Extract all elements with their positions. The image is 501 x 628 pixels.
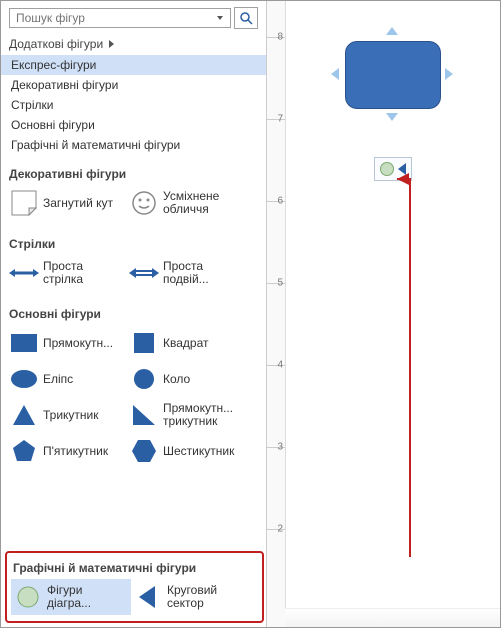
shape-grid: Проста стрілка Проста подвій... — [7, 255, 260, 291]
search-icon — [239, 11, 253, 25]
category-label: Графічні й математичні фігури — [11, 138, 180, 152]
more-shapes-menu[interactable]: Додаткові фігури — [9, 37, 258, 51]
category-math[interactable]: Графічні й математичні фігури — [1, 135, 266, 155]
category-decorative[interactable]: Декоративні фігури — [1, 75, 266, 95]
category-label: Експрес-фігури — [11, 58, 96, 72]
ruler-tick: 2 — [277, 524, 283, 535]
vertical-ruler: 8 7 6 5 4 3 2 — [267, 1, 286, 627]
pentagon-icon — [9, 437, 39, 465]
quick-shapes-popup[interactable] — [374, 157, 412, 181]
canvas-bottom-edge — [285, 608, 500, 627]
category-label: Основні фігури — [11, 118, 95, 132]
shape-label: Круговий сектор — [167, 584, 249, 610]
ruler-tick: 6 — [277, 196, 283, 207]
ellipse-icon — [9, 365, 39, 393]
shape-diagram-shapes[interactable]: Фігури діагра... — [11, 579, 131, 615]
search-button[interactable] — [234, 7, 258, 29]
shape-triangle[interactable]: Трикутник — [7, 397, 127, 433]
square-icon — [129, 329, 159, 357]
category-list: Експрес-фігури Декоративні фігури Стрілк… — [1, 55, 266, 155]
category-arrows[interactable]: Стрілки — [1, 95, 266, 115]
shape-circle[interactable]: Коло — [127, 361, 247, 397]
shape-ellipse[interactable]: Еліпс — [7, 361, 127, 397]
app-window: Додаткові фігури Експрес-фігури Декорати… — [0, 0, 501, 628]
mini-circle-icon[interactable] — [380, 162, 394, 176]
canvas-shape-rounded-rect[interactable] — [345, 41, 439, 107]
ruler-tick: 8 — [277, 32, 283, 43]
ruler-tick: 5 — [277, 278, 283, 289]
chevron-right-icon — [109, 40, 114, 48]
right-triangle-icon — [129, 401, 159, 429]
shape-label: Шестикутник — [163, 445, 234, 458]
autoconnect-arrow-up-icon[interactable] — [386, 27, 398, 35]
chevron-down-icon[interactable] — [217, 16, 223, 20]
section-title: Декоративні фігури — [9, 167, 258, 181]
shape-rectangle[interactable]: Прямокутн... — [7, 325, 127, 361]
shape-label: Проста подвій... — [163, 260, 245, 286]
shape-label: Еліпс — [43, 373, 73, 386]
search-input[interactable] — [14, 10, 214, 26]
section-decorative: Декоративні фігури Загнутий кут Усміхнен… — [7, 163, 260, 221]
shape-hexagon[interactable]: Шестикутник — [127, 433, 247, 469]
shape-label: Прямокутн... трикутник — [163, 402, 245, 428]
shape-grid: Прямокутн... Квадрат Еліпс Коло Трикутни… — [7, 325, 260, 469]
canvas-area: 8 7 6 5 4 3 2 — [267, 1, 500, 627]
shape-label: П'ятикутник — [43, 445, 108, 458]
shape-pie-sector[interactable]: Круговий сектор — [131, 579, 251, 615]
ruler-tick: 3 — [277, 442, 283, 453]
more-shapes-label: Додаткові фігури — [9, 37, 103, 51]
circle-icon — [129, 365, 159, 393]
triangle-icon — [9, 401, 39, 429]
shape-right-triangle[interactable]: Прямокутн... трикутник — [127, 397, 247, 433]
shape-label: Загнутий кут — [43, 197, 113, 210]
shape-label: Трикутник — [43, 409, 99, 422]
shape-double-arrow[interactable]: Проста подвій... — [127, 255, 247, 291]
category-basic[interactable]: Основні фігури — [1, 115, 266, 135]
shape-smiley[interactable]: Усміхнене обличчя — [127, 185, 247, 221]
category-label: Стрілки — [11, 98, 53, 112]
shapes-panel: Додаткові фігури Експрес-фігури Декорати… — [1, 1, 267, 627]
section-title: Стрілки — [9, 237, 258, 251]
shape-label: Квадрат — [163, 337, 209, 350]
ruler-tick: 7 — [277, 114, 283, 125]
autoconnect-arrow-left-icon[interactable] — [331, 68, 339, 80]
shape-grid: Загнутий кут Усміхнене обличчя — [7, 185, 260, 221]
shape-folded-corner[interactable]: Загнутий кут — [7, 185, 127, 221]
pie-sector-icon — [133, 583, 163, 611]
rounded-rectangle-icon — [345, 41, 441, 109]
callout-highlight: Графічні й математичні фігури Фігури діа… — [5, 551, 264, 623]
shape-pentagon[interactable]: П'ятикутник — [7, 433, 127, 469]
shape-label: Фігури діагра... — [47, 584, 129, 610]
smiley-icon — [129, 189, 159, 217]
search-box[interactable] — [9, 8, 231, 28]
mini-sector-icon[interactable] — [398, 163, 406, 175]
arrow-left-right-icon — [9, 259, 39, 287]
folded-corner-icon — [9, 189, 39, 217]
shape-grid: Фігури діагра... Круговий сектор — [11, 579, 258, 615]
shape-square[interactable]: Квадрат — [127, 325, 247, 361]
rectangle-icon — [9, 329, 39, 357]
autoconnect-arrow-right-icon[interactable] — [445, 68, 453, 80]
arrow-double-icon — [129, 259, 159, 287]
drawing-canvas[interactable] — [285, 1, 500, 627]
shape-simple-arrow[interactable]: Проста стрілка — [7, 255, 127, 291]
category-express[interactable]: Експрес-фігури — [1, 55, 266, 75]
search-row — [9, 7, 258, 29]
section-title: Основні фігури — [9, 307, 258, 321]
category-label: Декоративні фігури — [11, 78, 118, 92]
hexagon-icon — [129, 437, 159, 465]
shape-label: Прямокутн... — [43, 337, 113, 350]
shape-label: Проста стрілка — [43, 260, 125, 286]
diagram-circle-icon — [13, 583, 43, 611]
section-basic: Основні фігури Прямокутн... Квадрат Еліп… — [7, 303, 260, 469]
shape-label: Усміхнене обличчя — [163, 190, 245, 216]
ruler-tick: 4 — [277, 360, 283, 371]
autoconnect-arrow-down-icon[interactable] — [386, 113, 398, 121]
shape-label: Коло — [163, 373, 190, 386]
section-arrows: Стрілки Проста стрілка Проста подвій... — [7, 233, 260, 291]
section-title: Графічні й математичні фігури — [13, 561, 256, 575]
